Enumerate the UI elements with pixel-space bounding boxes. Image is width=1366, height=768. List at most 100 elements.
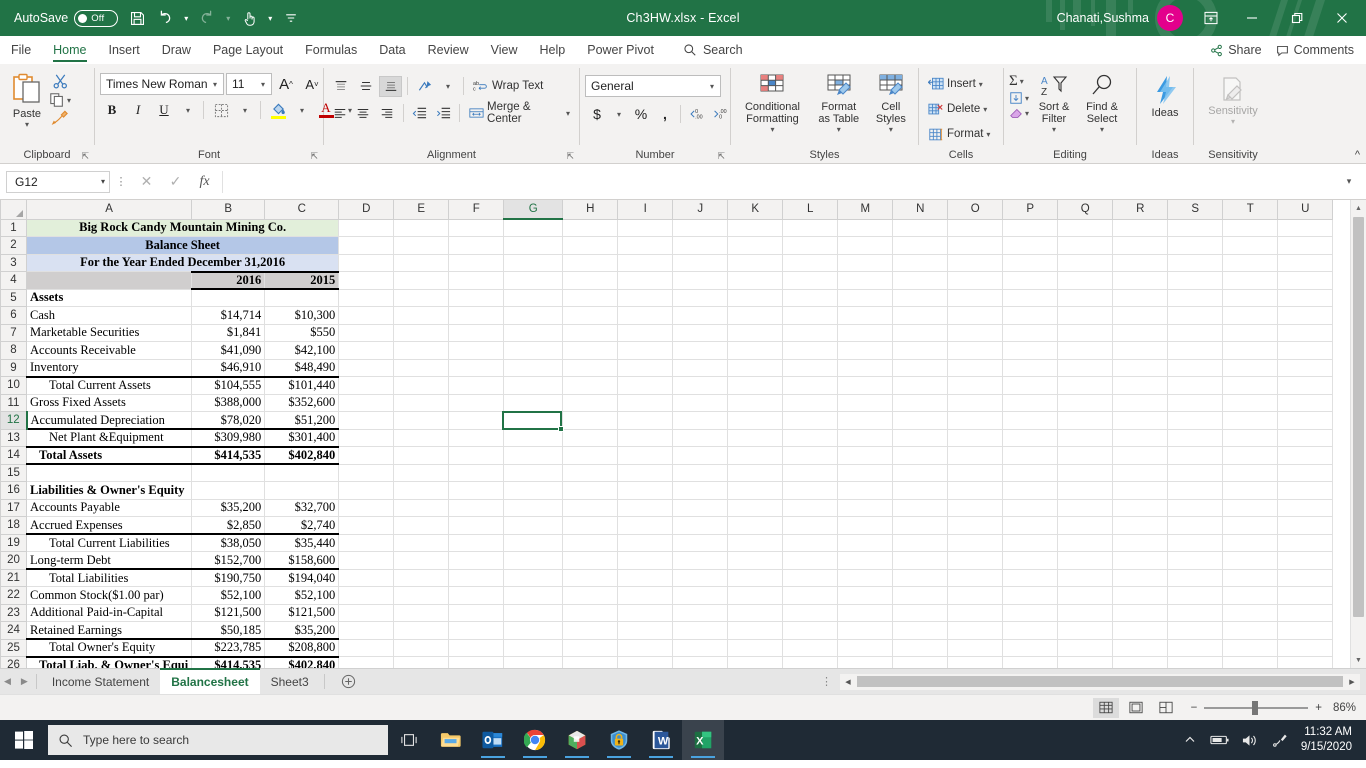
cell-A21[interactable]: Total Liabilities [25,568,193,587]
cell-I21[interactable] [617,568,674,587]
column-header-R[interactable]: R [1112,200,1169,220]
cell-M15[interactable] [837,463,894,482]
cell-P4[interactable] [1002,271,1059,290]
cell-K4[interactable] [727,271,784,290]
cell-U26[interactable] [1277,656,1334,668]
cell-T15[interactable] [1222,463,1279,482]
cell-M17[interactable] [837,498,894,517]
cell-I10[interactable] [617,376,674,395]
cell-E6[interactable] [393,306,450,325]
vertical-scroll-track[interactable] [1351,216,1366,652]
cell-P11[interactable] [1002,393,1059,412]
row-header-8[interactable]: 8 [0,341,27,360]
cell-O14[interactable] [947,446,1004,465]
cell-L3[interactable] [782,253,839,272]
cell-C5[interactable] [264,288,340,307]
cell-J14[interactable] [672,446,729,465]
cell-Q20[interactable] [1057,551,1114,570]
cell-N7[interactable] [892,323,949,342]
autosum-dropdown-icon[interactable]: ▾ [1020,77,1024,86]
pen-icon[interactable] [1265,720,1295,760]
tab-view[interactable]: View [480,36,529,64]
row-header-24[interactable]: 24 [0,621,27,640]
cell-D10[interactable] [338,376,395,395]
cell-S14[interactable] [1167,446,1224,465]
cell-A16[interactable]: Liabilities & Owner's Equity [25,481,193,500]
cell-J4[interactable] [672,271,729,290]
cell-I15[interactable] [617,463,674,482]
paste-button[interactable]: Paste ▾ [5,69,49,131]
cell-S17[interactable] [1167,498,1224,517]
cell-O18[interactable] [947,516,1004,535]
cell-E25[interactable] [393,638,450,657]
cell-T18[interactable] [1222,516,1279,535]
cell-T21[interactable] [1222,568,1279,587]
cell-C20[interactable]: $158,600 [264,551,340,570]
cell-I3[interactable] [617,253,674,272]
cell-N6[interactable] [892,306,949,325]
tab-formulas[interactable]: Formulas [294,36,368,64]
cell-I19[interactable] [617,533,674,552]
cell-P22[interactable] [1002,586,1059,605]
conditional-formatting-button[interactable]: Conditional Formatting ▾ [736,71,809,136]
cell-U8[interactable] [1277,341,1334,360]
cell-Q6[interactable] [1057,306,1114,325]
cell-G7[interactable] [503,323,564,342]
cell-I1[interactable] [617,218,674,237]
cell-C15[interactable] [264,463,340,482]
cell-G3[interactable] [503,253,564,272]
cell-S23[interactable] [1167,603,1224,622]
cell-F8[interactable] [448,341,505,360]
cell-J23[interactable] [672,603,729,622]
cell-M2[interactable] [837,236,894,255]
cell-L5[interactable] [782,288,839,307]
cell-C18[interactable]: $2,740 [264,516,340,535]
cell-A26[interactable]: Total Liab. & Owner's Equi [25,655,193,668]
cell-P19[interactable] [1002,533,1059,552]
cell-G18[interactable] [503,516,564,535]
chrome-icon[interactable] [514,720,556,760]
outlook-icon[interactable] [472,720,514,760]
tab-insert[interactable]: Insert [98,36,151,64]
cell-B23[interactable]: $121,500 [191,603,266,622]
close-button[interactable] [1319,0,1364,36]
cell-J13[interactable] [672,428,729,447]
cell-B19[interactable]: $38,050 [191,533,266,552]
cell-O8[interactable] [947,341,1004,360]
cell-L15[interactable] [782,463,839,482]
cell-I5[interactable] [617,288,674,307]
name-box-dropdown-icon[interactable]: ▾ [101,177,105,186]
show-hidden-icons-icon[interactable] [1175,720,1205,760]
cell-B21[interactable]: $190,750 [191,568,266,587]
cell-P6[interactable] [1002,306,1059,325]
cell-P9[interactable] [1002,358,1059,377]
cell-B4[interactable]: 2016 [191,270,266,290]
cell-G14[interactable] [503,446,564,465]
cell-R13[interactable] [1112,428,1169,447]
cell-O17[interactable] [947,498,1004,517]
accounting-format-dropdown-icon[interactable]: ▾ [609,103,629,125]
row-header-15[interactable]: 15 [0,463,27,482]
collapse-ribbon-icon[interactable]: ^ [1355,149,1360,161]
merge-center-button[interactable]: Merge & Center ▾ [465,101,574,125]
cell-L18[interactable] [782,516,839,535]
cell-N13[interactable] [892,428,949,447]
page-break-preview-button[interactable] [1153,698,1179,718]
cell-P15[interactable] [1002,463,1059,482]
cell-T20[interactable] [1222,551,1279,570]
cell-F19[interactable] [448,533,505,552]
cell-A22[interactable]: Common Stock($1.00 par) [25,586,193,605]
cell-R21[interactable] [1112,568,1169,587]
cell-I6[interactable] [617,306,674,325]
wrap-text-button[interactable]: ab c Wrap Text [469,75,547,97]
cell-T6[interactable] [1222,306,1279,325]
cell-A13[interactable]: Net Plant &Equipment [25,428,193,447]
column-header-L[interactable]: L [782,200,839,220]
cell-Q3[interactable] [1057,253,1114,272]
cell-E21[interactable] [393,568,450,587]
task-view-button[interactable] [388,720,430,760]
cell-D7[interactable] [338,323,395,342]
cell-S19[interactable] [1167,533,1224,552]
cell-U13[interactable] [1277,428,1334,447]
cell-U10[interactable] [1277,376,1334,395]
